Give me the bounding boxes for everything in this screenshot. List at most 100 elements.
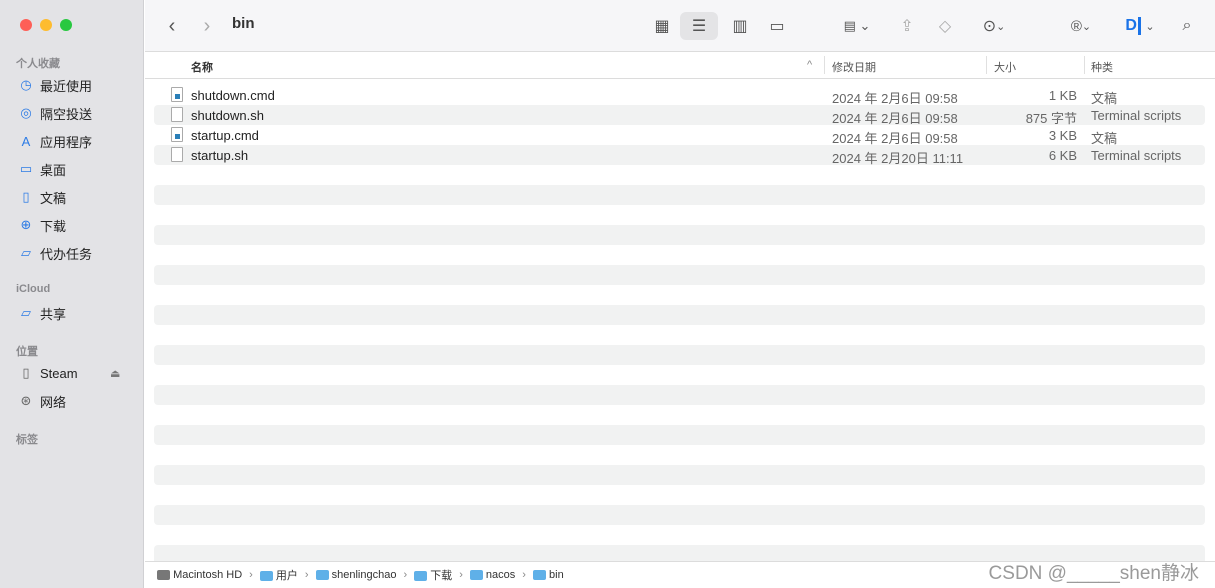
empty-row	[154, 445, 1205, 465]
watermark: CSDN @_____shen静冰	[988, 563, 1199, 584]
file-row[interactable]: startup.cmd 2024 年 2月6日 09:58 3 KB 文稿	[154, 125, 1205, 146]
file-name: startup.cmd	[191, 128, 259, 143]
sidebar-item[interactable]: ⊕ 下载	[18, 215, 66, 235]
empty-row	[154, 285, 1205, 305]
empty-row	[154, 205, 1205, 225]
path-item[interactable]: nacos	[469, 569, 516, 581]
path-item-label: nacos	[485, 569, 516, 581]
download-icon: ⊕	[20, 217, 32, 232]
sidebar-item-label: 文稿	[40, 190, 67, 206]
sidebar-item[interactable]: ▯ Steam ⏏	[18, 363, 120, 383]
sidebar-item-label: 桌面	[40, 162, 67, 178]
empty-row	[154, 365, 1205, 385]
column-size[interactable]: 大小	[994, 59, 1016, 75]
gallery-view-button[interactable]: ▭	[762, 12, 792, 40]
empty-row	[154, 525, 1205, 545]
path-item[interactable]: bin	[532, 569, 564, 581]
file-name: shutdown.sh	[191, 108, 264, 123]
sidebar-item[interactable]: ⊛ 网络	[18, 391, 66, 411]
desktop-icon: ▭	[19, 161, 33, 176]
cmd-file-icon	[171, 87, 183, 102]
folder-icon	[469, 570, 483, 581]
sidebar-item-label: 应用程序	[40, 134, 93, 150]
empty-row	[154, 505, 1205, 525]
folder-icon	[414, 571, 428, 582]
path-item-label: 用户	[275, 570, 298, 582]
tag-icon[interactable]: ◇	[933, 12, 957, 40]
disk-icon: ▯	[22, 365, 30, 380]
file-size: 1 KB	[1048, 88, 1077, 103]
sidebar-item-label: 网络	[40, 394, 67, 410]
path-separator: ›	[403, 569, 408, 581]
empty-row	[154, 165, 1205, 185]
minimize-button[interactable]	[40, 19, 52, 31]
sidebar-item[interactable]: ▱ 共享	[18, 303, 66, 323]
registered-extension-button[interactable]: ® ⌄	[1063, 12, 1099, 40]
column-date[interactable]: 修改日期	[832, 59, 876, 75]
path-item[interactable]: Macintosh HD	[157, 569, 242, 581]
path-item-label: shenlingchao	[331, 569, 397, 581]
applications-icon: A	[21, 133, 31, 149]
file-name: shutdown.cmd	[191, 88, 275, 103]
forward-button[interactable]: ›	[195, 12, 219, 40]
eject-icon[interactable]: ⏏	[110, 367, 120, 380]
empty-row	[154, 265, 1205, 285]
sidebar-item[interactable]: ▱ 代办任务	[18, 243, 92, 263]
column-name[interactable]: 名称	[191, 59, 213, 75]
sidebar-item-label: Steam	[40, 365, 78, 381]
path-item-label: bin	[549, 569, 564, 581]
sidebar-item[interactable]: ▯ 文稿	[18, 187, 66, 207]
path-item-label: 下载	[430, 570, 453, 582]
path-item-label: Macintosh HD	[173, 569, 243, 581]
sidebar-item-label: 隔空投送	[40, 106, 93, 122]
sidebar-section-label: 位置	[16, 346, 38, 358]
cmd-file-icon	[171, 127, 183, 142]
file-list: shutdown.cmd 2024 年 2月6日 09:58 1 KB 文稿 s…	[154, 85, 1205, 565]
file-row[interactable]: shutdown.cmd 2024 年 2月6日 09:58 1 KB 文稿	[154, 85, 1205, 106]
empty-row	[154, 465, 1205, 485]
sidebar-section-label: iCloud	[16, 283, 51, 295]
folder-icon	[532, 570, 546, 581]
path-item[interactable]: 下载	[414, 567, 452, 583]
network-icon: ⊛	[20, 393, 32, 408]
file-row[interactable]: shutdown.sh 2024 年 2月6日 09:58 875 字节 Ter…	[154, 105, 1205, 126]
app-extension-button[interactable]: D ⌄	[1120, 12, 1160, 40]
close-button[interactable]	[20, 19, 32, 31]
shared-folder-icon: ▱	[21, 305, 31, 320]
sidebar-item[interactable]: ▭ 桌面	[18, 159, 66, 179]
file-name: startup.sh	[191, 148, 249, 163]
column-kind[interactable]: 种类	[1091, 59, 1113, 75]
path-item[interactable]: 用户	[259, 567, 298, 583]
icon-view-button[interactable]: ▦	[647, 12, 677, 40]
path-separator: ›	[522, 569, 526, 581]
file-row[interactable]: startup.sh 2024 年 2月20日 11:11 6 KB Termi…	[154, 145, 1205, 166]
list-view-button[interactable]: ☰	[680, 12, 718, 40]
sidebar-item-label: 代办任务	[40, 246, 93, 262]
search-icon[interactable]: ⌕	[1175, 12, 1199, 40]
sidebar-item-label: 共享	[40, 306, 67, 322]
share-icon[interactable]: ⇪	[895, 12, 919, 40]
path-separator: ›	[459, 569, 463, 581]
shell-script-file-icon	[171, 107, 183, 122]
airdrop-icon: ◎	[20, 105, 32, 120]
sidebar-item[interactable]: A 应用程序	[18, 131, 92, 151]
sidebar-item[interactable]: ◎ 隔空投送	[18, 103, 92, 123]
back-button[interactable]: ‹	[160, 12, 184, 40]
path-separator: ›	[304, 569, 309, 581]
file-kind: Terminal scripts	[1091, 148, 1182, 163]
group-button[interactable]: ▤ ⌄	[837, 12, 877, 40]
window-title: bin	[232, 15, 255, 32]
empty-row	[154, 245, 1205, 265]
empty-row	[154, 405, 1205, 425]
file-kind: Terminal scripts	[1091, 108, 1182, 123]
toolbar: ‹ › bin ▦ ☰ ▥ ▭ ▤ ⌄ ⇪ ◇ ⊙ ⌄ ® ⌄ D ⌄ ⌕	[145, 0, 1215, 52]
hard-drive-icon	[157, 570, 170, 581]
column-view-button[interactable]: ▥	[725, 12, 755, 40]
sidebar-item[interactable]: ◷ 最近使用	[18, 75, 92, 95]
column-header: 名称 ^ 修改日期 大小 种类	[145, 52, 1215, 79]
folder-icon: ▱	[21, 245, 31, 260]
empty-row	[154, 385, 1205, 405]
more-actions-button[interactable]: ⊙ ⌄	[973, 12, 1015, 40]
zoom-button[interactable]	[60, 19, 72, 31]
path-item[interactable]: shenlingchao	[315, 569, 397, 581]
